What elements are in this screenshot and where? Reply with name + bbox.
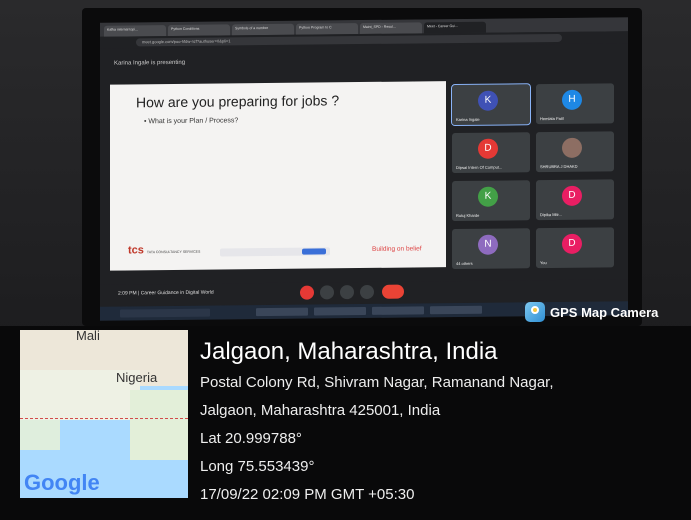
browser-tab-active[interactable]: Meet - Career Gui...: [424, 21, 486, 34]
avatar: N: [478, 234, 498, 255]
participant-tile[interactable]: H Hemlata Patil: [536, 83, 614, 125]
browser-tab[interactable]: Maint_SPD - Resul...: [360, 22, 422, 35]
gps-address-line-1: Postal Colony Rd, Shivram Nagar, Ramanan…: [200, 374, 554, 391]
participant-tile[interactable]: D You: [536, 227, 614, 269]
avatar-photo: [562, 137, 582, 158]
meeting-info: 2:09 PM | Career Guidance in Digital Wor…: [118, 289, 214, 297]
participant-name: Dipsai Intern Of Comput...: [456, 164, 503, 171]
end-call-icon[interactable]: [382, 284, 404, 299]
taskbar-item[interactable]: [314, 306, 366, 316]
map-equator-line: [20, 418, 188, 419]
taskbar-item[interactable]: [372, 306, 424, 315]
participant-name: Rutuj Kharde: [456, 212, 480, 219]
shared-slide: How are you preparing for jobs ? • What …: [110, 81, 446, 271]
map-land: [130, 390, 188, 460]
participant-tile[interactable]: D Dipika Mitr...: [536, 179, 614, 221]
participant-tile[interactable]: N 44 others: [452, 228, 530, 270]
gps-datetime: 17/09/22 02:09 PM GMT +05:30: [200, 486, 415, 503]
map-label-nigeria: Nigeria: [116, 370, 158, 385]
avatar: H: [562, 89, 582, 110]
map-land: [20, 420, 60, 450]
participant-name: Dipika Mitr...: [540, 211, 563, 218]
presenting-label: Karina Ingale is presenting: [114, 59, 186, 67]
mic-off-icon[interactable]: [300, 285, 314, 300]
avatar: D: [562, 233, 582, 254]
url-field[interactable]: meet.google.com/poo-hfdw-nzf?authuser=0&…: [136, 33, 562, 47]
map-label-mali: Mali: [76, 330, 100, 343]
participant-tile[interactable]: K Rutuj Kharde: [452, 180, 530, 222]
browser-tab[interactable]: Python Program to C: [296, 23, 358, 35]
slide-bullet: • What is your Plan / Process?: [144, 117, 239, 126]
participant-tile[interactable]: K Karina Ingale: [451, 83, 531, 127]
taskbar-search[interactable]: [120, 308, 210, 318]
participant-name: 44 others: [456, 260, 473, 267]
browser-tab[interactable]: Symbols of a number: [232, 23, 294, 36]
google-logo: Google: [24, 470, 100, 495]
browser-tab[interactable]: Python Conditions: [168, 24, 230, 37]
slide-footer-text: Building on belief: [372, 245, 422, 253]
gps-longitude: Long 75.553439°: [200, 458, 315, 475]
participant-name: You: [540, 260, 547, 266]
taskbar-item[interactable]: [256, 307, 308, 317]
gps-app-label: GPS Map Camera: [550, 304, 659, 320]
avatar: K: [478, 90, 498, 111]
gps-app-tag: GPS Map Camera: [525, 302, 658, 322]
participant-name: Karina Ingale: [456, 116, 480, 123]
gps-address-line-2: Jalgaon, Maharashtra 425001, India: [200, 402, 441, 419]
present-icon[interactable]: [360, 284, 374, 300]
participant-name: Hemlata Patil: [540, 115, 564, 122]
participant-tile[interactable]: D Dipsai Intern Of Comput...: [452, 132, 530, 174]
taskbar-item[interactable]: [430, 305, 482, 315]
captions-icon[interactable]: [340, 285, 354, 300]
gps-latitude: Lat 20.999788°: [200, 430, 302, 447]
participant-tile[interactable]: SHRUBRA J DHAKD: [536, 131, 614, 173]
slide-title: How are you preparing for jobs ?: [136, 92, 340, 111]
tcs-logo: tcs TATA CONSULTANCY SERVICES: [128, 244, 201, 257]
avatar: D: [562, 185, 582, 206]
participant-name: SHRUBRA J DHAKD: [540, 163, 578, 170]
slide-ad-button: [302, 248, 326, 255]
browser-tab[interactable]: Kafka internal topi...: [104, 25, 166, 37]
location-map: Mali Nigeria Google: [20, 330, 188, 498]
monitor-screen: Kafka internal topi... Python Conditions…: [100, 17, 628, 321]
camera-icon[interactable]: [320, 285, 334, 300]
participant-grid: K Karina Ingale H Hemlata Patil D Dipsai…: [451, 83, 624, 279]
gps-city: Jalgaon, Maharashtra, India: [200, 338, 498, 365]
avatar: D: [478, 138, 498, 159]
avatar: K: [478, 186, 498, 207]
gps-camera-icon: [525, 302, 545, 322]
